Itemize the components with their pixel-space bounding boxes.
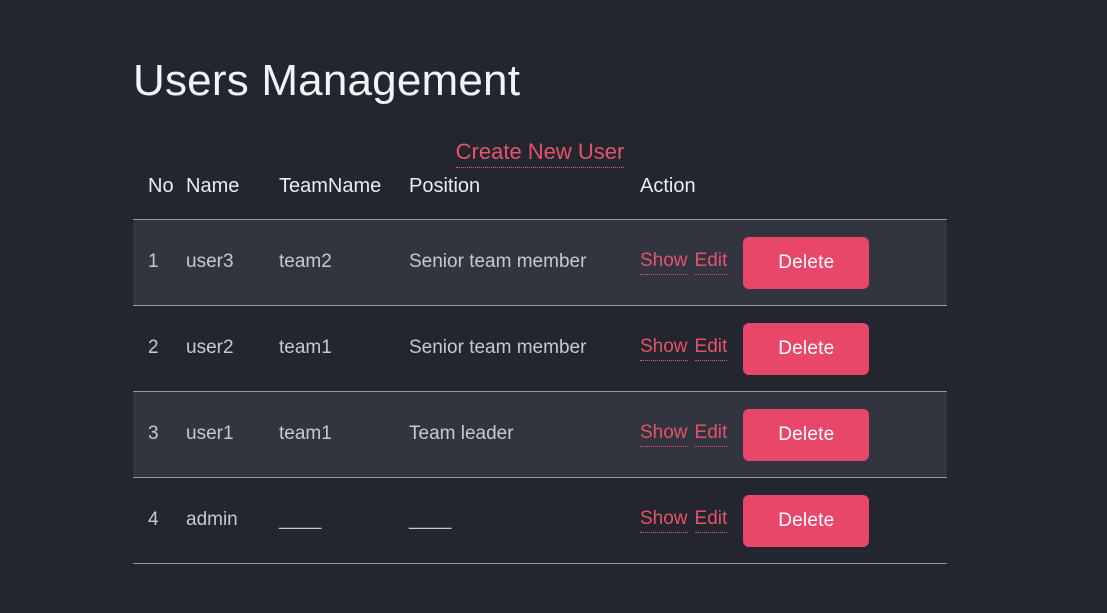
cell-position: ____	[409, 477, 640, 564]
column-header-position: Position	[409, 175, 640, 220]
delete-button[interactable]: Delete	[743, 408, 870, 461]
action-group: Show Edit Delete	[640, 236, 947, 289]
cell-name: user3	[186, 219, 279, 306]
cell-no: 2	[133, 305, 186, 392]
show-link[interactable]: Show	[640, 422, 688, 448]
cell-no: 3	[133, 391, 186, 478]
cell-action: Show Edit Delete	[640, 219, 947, 306]
cell-position: Senior team member	[409, 219, 640, 306]
column-header-action: Action	[640, 175, 947, 220]
cell-position: Senior team member	[409, 305, 640, 392]
create-new-user-link[interactable]: Create New User	[455, 139, 625, 169]
edit-link[interactable]: Edit	[694, 250, 728, 276]
users-table: No Name TeamName Position Action 1 user3 t…	[133, 175, 947, 564]
column-header-teamname: TeamName	[279, 175, 409, 220]
cell-name: admin	[186, 477, 279, 564]
create-user-area: Create New User	[133, 139, 947, 169]
table-row: 3 user1 team1 Team leader Show Edit Delete	[133, 391, 947, 478]
table-row: 2 user2 team1 Senior team member Show Edit Del…	[133, 305, 947, 392]
cell-action: Show Edit Delete	[640, 391, 947, 478]
column-header-no: No	[133, 175, 186, 220]
delete-button[interactable]: Delete	[743, 236, 870, 289]
show-link[interactable]: Show	[640, 250, 688, 276]
cell-position: Team leader	[409, 391, 640, 478]
action-group: Show Edit Delete	[640, 408, 947, 461]
cell-teamname: team2	[279, 219, 409, 306]
show-link[interactable]: Show	[640, 508, 688, 534]
users-table-head: No Name TeamName Position Action	[133, 175, 947, 220]
column-header-name: Name	[186, 175, 279, 220]
users-table-body: 1 user3 team2 Senior team member Show Edit Del…	[133, 219, 947, 564]
cell-no: 4	[133, 477, 186, 564]
delete-button[interactable]: Delete	[743, 322, 870, 375]
edit-link[interactable]: Edit	[694, 336, 728, 362]
show-link[interactable]: Show	[640, 336, 688, 362]
cell-name: user1	[186, 391, 279, 478]
edit-link[interactable]: Edit	[694, 422, 728, 448]
users-management-page: Users Management Create New User No Name…	[0, 0, 1107, 613]
table-row: 1 user3 team2 Senior team member Show Edit Del…	[133, 219, 947, 306]
cell-teamname: ____	[279, 477, 409, 564]
page-title: Users Management	[133, 56, 521, 106]
edit-link[interactable]: Edit	[694, 508, 728, 534]
cell-no: 1	[133, 219, 186, 306]
cell-teamname: team1	[279, 305, 409, 392]
table-header-row: No Name TeamName Position Action	[133, 175, 947, 220]
table-row: 4 admin ____ ____ Show Edit Delete	[133, 477, 947, 564]
action-group: Show Edit Delete	[640, 494, 947, 547]
cell-teamname: team1	[279, 391, 409, 478]
cell-action: Show Edit Delete	[640, 477, 947, 564]
cell-name: user2	[186, 305, 279, 392]
delete-button[interactable]: Delete	[743, 494, 870, 547]
action-group: Show Edit Delete	[640, 322, 947, 375]
cell-action: Show Edit Delete	[640, 305, 947, 392]
